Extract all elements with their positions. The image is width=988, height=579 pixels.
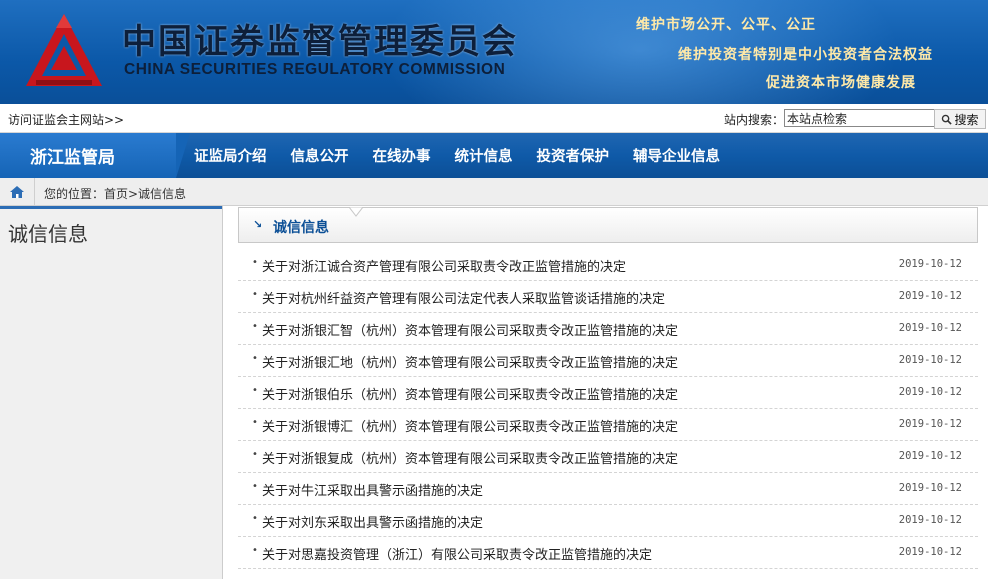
bullet-icon: • — [252, 513, 258, 524]
list-item-date: 2019-10-12 — [898, 354, 962, 366]
bullet-icon: • — [252, 481, 258, 492]
site-title-en: CHINA SECURITIES REGULATORY COMMISSION — [124, 61, 506, 78]
home-icon — [10, 185, 24, 198]
list-item-date: 2019-10-12 — [898, 290, 962, 302]
list-item-date: 2019-10-12 — [898, 514, 962, 526]
bullet-icon: • — [252, 545, 258, 556]
bullet-icon: • — [252, 321, 258, 332]
list-item-title[interactable]: 关于对杭州纤益资产管理有限公司法定代表人采取监管谈话措施的决定 — [262, 288, 665, 307]
list-item[interactable]: • 关于对浙银汇地（杭州）资本管理有限公司采取责令改正监管措施的决定 2019-10… — [238, 345, 978, 377]
list-item-title[interactable]: 关于对浙银汇地（杭州）资本管理有限公司采取责令改正监管措施的决定 — [262, 352, 678, 371]
home-button[interactable] — [0, 178, 35, 205]
slogan-line-2: 维护投资者特别是中小投资者合法权益 — [678, 47, 933, 63]
section-title: 诚信信息 — [273, 220, 329, 236]
list-item[interactable]: • 关于对浙银伯乐（杭州）资本管理有限公司采取责令改正监管措施的决定 2019-10… — [238, 377, 978, 409]
list-item[interactable]: • 关于对浙银汇智（杭州）资本管理有限公司采取责令改正监管措施的决定 2019-10… — [238, 313, 978, 345]
search-icon — [942, 114, 953, 125]
list-item[interactable]: • 关于对思嘉投资管理（浙江）有限公司采取责令改正监管措施的决定 2019-10-1… — [238, 537, 978, 569]
top-bar: 访问证监会主网站>> 站内搜索： 搜索 — [0, 104, 988, 133]
list-item[interactable]: • 关于对浙银博汇（杭州）资本管理有限公司采取责令改正监管措施的决定 2019-10… — [238, 409, 978, 441]
list-item-title[interactable]: 关于对刘东采取出具警示函措施的决定 — [262, 512, 483, 531]
list-item[interactable]: • 关于对牛江采取出具警示函措施的决定 2019-10-12 — [238, 473, 978, 505]
list-item-date: 2019-10-12 — [898, 546, 962, 558]
bullet-icon: • — [252, 417, 258, 428]
list-item-date: 2019-10-12 — [898, 450, 962, 462]
bureau-label[interactable]: 浙江监管局 — [0, 133, 190, 178]
list-item-date: 2019-10-12 — [898, 258, 962, 270]
list-item-title[interactable]: 关于对浙江诚合资产管理有限公司采取责令改正监管措施的决定 — [262, 256, 626, 275]
list-item-date: 2019-10-12 — [898, 482, 962, 494]
csrc-logo-icon — [26, 14, 102, 86]
nav-item-info-disclosure[interactable]: 信息公开 — [291, 145, 349, 166]
list-item-title[interactable]: 关于对思嘉投资管理（浙江）有限公司采取责令改正监管措施的决定 — [262, 544, 652, 563]
list-item-title[interactable]: 关于对浙银博汇（杭州）资本管理有限公司采取责令改正监管措施的决定 — [262, 416, 678, 435]
list-item[interactable]: • 关于对浙江诚合资产管理有限公司采取责令改正监管措施的决定 2019-10-12 — [238, 249, 978, 281]
bullet-icon: • — [252, 449, 258, 460]
list-item-title[interactable]: 关于对浙银汇智（杭州）资本管理有限公司采取责令改正监管措施的决定 — [262, 320, 678, 339]
breadcrumb: 您的位置：首页>诚信信息 — [44, 187, 187, 201]
list-item[interactable]: • 关于对杭州纤益资产管理有限公司法定代表人采取监管谈话措施的决定 2019-10-… — [238, 281, 978, 313]
list-item[interactable]: • 关于对刘东采取出具警示函措施的决定 2019-10-12 — [238, 505, 978, 537]
section-header: ↘ 诚信信息 — [238, 207, 978, 243]
list-item-date: 2019-10-12 — [898, 322, 962, 334]
bullet-icon: • — [252, 257, 258, 268]
announcement-list: • 关于对浙江诚合资产管理有限公司采取责令改正监管措施的决定 2019-10-12 … — [238, 249, 978, 569]
list-item-title[interactable]: 关于对牛江采取出具警示函措施的决定 — [262, 480, 483, 499]
visit-main-site-link[interactable]: 访问证监会主网站>> — [8, 111, 124, 128]
sidebar: 诚信信息 — [0, 206, 223, 579]
section-arrow-icon: ↘ — [253, 218, 263, 231]
nav-menu: 证监局介绍 信息公开 在线办事 统计信息 投资者保护 辅导企业信息 — [194, 133, 744, 178]
list-item-date: 2019-10-12 — [898, 386, 962, 398]
breadcrumb-bar: 您的位置：首页>诚信信息 — [0, 178, 988, 206]
slogan-line-3: 促进资本市场健康发展 — [766, 75, 916, 91]
main-nav: 浙江监管局 证监局介绍 信息公开 在线办事 统计信息 投资者保护 辅导企业信息 — [0, 133, 988, 178]
tab-notch-icon — [349, 207, 363, 217]
main-column: ↘ 诚信信息 • 关于对浙江诚合资产管理有限公司采取责令改正监管措施的决定 2019… — [238, 206, 978, 569]
search-button[interactable]: 搜索 — [934, 109, 986, 129]
site-title-cn: 中国证券监督管理委员会 — [122, 22, 518, 62]
search-input[interactable] — [784, 109, 936, 127]
nav-item-investor-protection[interactable]: 投资者保护 — [537, 145, 610, 166]
bullet-icon: • — [252, 385, 258, 396]
list-item-title[interactable]: 关于对浙银复成（杭州）资本管理有限公司采取责令改正监管措施的决定 — [262, 448, 678, 467]
list-item[interactable]: • 关于对浙银复成（杭州）资本管理有限公司采取责令改正监管措施的决定 2019-10… — [238, 441, 978, 473]
bullet-icon: • — [252, 289, 258, 300]
nav-item-tutoring-info[interactable]: 辅导企业信息 — [633, 145, 720, 166]
sidebar-title: 诚信信息 — [8, 222, 88, 246]
header-banner: 中国证券监督管理委员会 CHINA SECURITIES REGULATORY … — [0, 0, 988, 104]
search-label: 站内搜索： — [724, 113, 785, 127]
content-area: 诚信信息 ↘ 诚信信息 • 关于对浙江诚合资产管理有限公司采取责令改正监管措施的决… — [0, 206, 988, 579]
slogan-line-1: 维护市场公开、公平、公正 — [636, 17, 816, 33]
search-button-label: 搜索 — [954, 112, 979, 127]
nav-item-online-services[interactable]: 在线办事 — [373, 145, 431, 166]
bullet-icon: • — [252, 353, 258, 364]
nav-item-statistics[interactable]: 统计信息 — [455, 145, 513, 166]
sidebar-accent — [0, 206, 222, 209]
list-item-date: 2019-10-12 — [898, 418, 962, 430]
nav-item-intro[interactable]: 证监局介绍 — [194, 145, 267, 166]
list-item-title[interactable]: 关于对浙银伯乐（杭州）资本管理有限公司采取责令改正监管措施的决定 — [262, 384, 678, 403]
